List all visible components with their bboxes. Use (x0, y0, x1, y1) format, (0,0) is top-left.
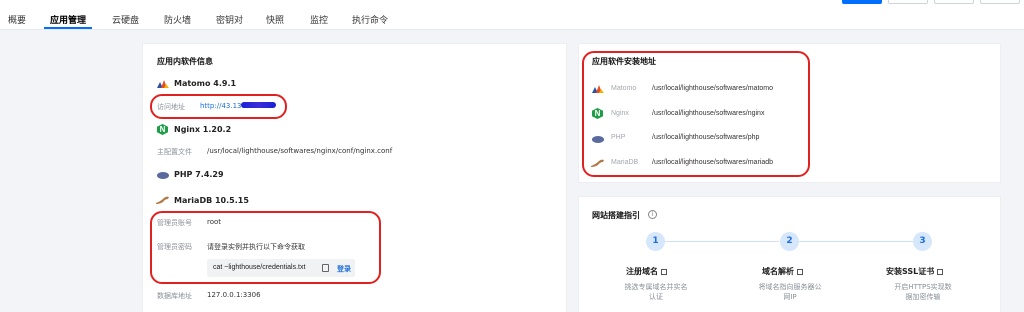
external-link-icon (797, 269, 803, 275)
step-2-desc-line1: 将域名指向服务器公 (758, 283, 822, 291)
info-icon[interactable]: i (648, 210, 657, 219)
top-tab-bar: 概要 应用管理 云硬盘 防火墙 密钥对 快照 监控 执行命令 (0, 0, 1024, 30)
step-1-desc-line1: 挑选专属域名并实名 (624, 283, 688, 291)
step-1-number: 1 (652, 236, 659, 246)
external-link-icon (937, 269, 944, 275)
action-button-4[interactable] (980, 0, 1020, 4)
step-2-number: 2 (786, 236, 793, 246)
step-2-title[interactable]: 域名解析 (762, 266, 803, 277)
main-config-path: /usr/local/lighthouse/softwares/nginx/co… (207, 147, 393, 155)
external-link-icon (661, 269, 667, 275)
action-button-3[interactable] (934, 0, 974, 4)
step-1-desc-line2: 认证 (649, 293, 663, 301)
tab-keypair[interactable]: 密钥对 (216, 13, 243, 26)
nginx-name: Nginx 1.20.2 (174, 125, 232, 134)
highlight-access-address (150, 94, 287, 119)
database-address-value: 127.0.0.1:3306 (207, 291, 261, 299)
matomo-icon (157, 80, 169, 88)
mariadb-icon (156, 196, 169, 204)
main-config-label: 主配置文件 (157, 148, 192, 156)
tab-snapshot[interactable]: 快照 (266, 13, 284, 26)
php-icon (157, 172, 169, 179)
step-1-description: 挑选专属域名并实名 认证 (606, 282, 706, 302)
step-3-circle: 3 (913, 232, 932, 251)
php-name: PHP 7.4.29 (174, 170, 224, 179)
step-1-title-text: 注册域名 (626, 267, 658, 276)
active-tab-indicator (44, 27, 92, 29)
tab-cloud-disk[interactable]: 云硬盘 (112, 13, 139, 26)
step-1-circle: 1 (646, 232, 665, 251)
software-info-title: 应用内软件信息 (157, 57, 213, 66)
step-3-desc-line1: 开启HTTPS实现数 (894, 283, 952, 291)
step-3-title-text: 安装SSL证书 (886, 267, 935, 276)
step-connector-2 (799, 241, 913, 242)
mariadb-name: MariaDB 10.5.15 (174, 196, 249, 205)
matomo-name: Matomo 4.9.1 (174, 79, 237, 88)
primary-action-button[interactable] (842, 0, 882, 4)
step-3-desc-line2: 据加密传输 (905, 293, 941, 301)
step-3-description: 开启HTTPS实现数 据加密传输 (873, 282, 973, 302)
step-connector-1 (665, 241, 779, 242)
step-2-desc-line2: 网IP (783, 293, 797, 301)
tab-run-command[interactable]: 执行命令 (352, 13, 388, 26)
database-address-label: 数据库地址 (157, 292, 192, 300)
tab-firewall[interactable]: 防火墙 (164, 13, 191, 26)
tab-app-management[interactable]: 应用管理 (50, 13, 86, 26)
step-3-title[interactable]: 安装SSL证书 (886, 266, 944, 277)
step-2-title-text: 域名解析 (762, 267, 794, 276)
highlight-credentials (150, 211, 381, 284)
tab-overview[interactable]: 概要 (8, 13, 26, 26)
site-guide-title: 网站搭建指引 (592, 211, 640, 220)
step-1-title[interactable]: 注册域名 (626, 266, 667, 277)
tab-monitor[interactable]: 监控 (310, 13, 328, 26)
highlight-install-paths (582, 51, 810, 177)
step-3-number: 3 (919, 236, 926, 246)
step-2-circle: 2 (780, 232, 799, 251)
step-2-description: 将域名指向服务器公 网IP (740, 282, 840, 302)
action-button-2[interactable] (888, 0, 928, 4)
